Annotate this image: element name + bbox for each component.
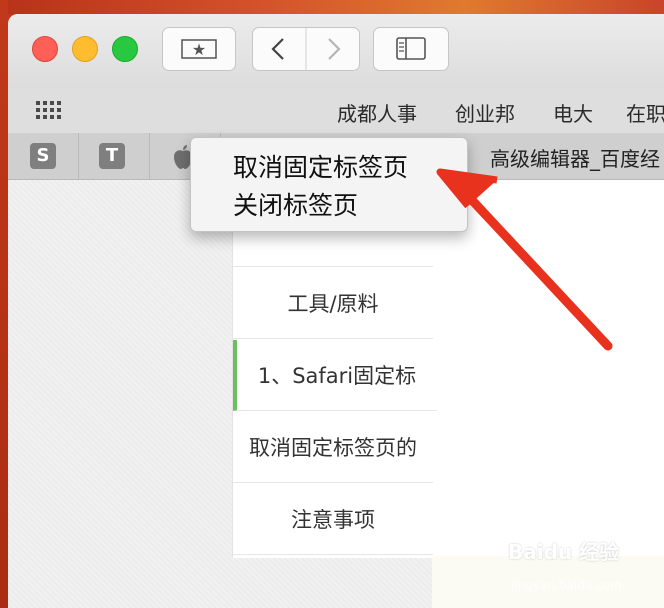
baidu-watermark-url: jingyan.baidu.com [511,578,622,592]
annotation-arrow-icon [436,168,613,351]
baidu-watermark: Baidu 经验 [508,540,620,564]
